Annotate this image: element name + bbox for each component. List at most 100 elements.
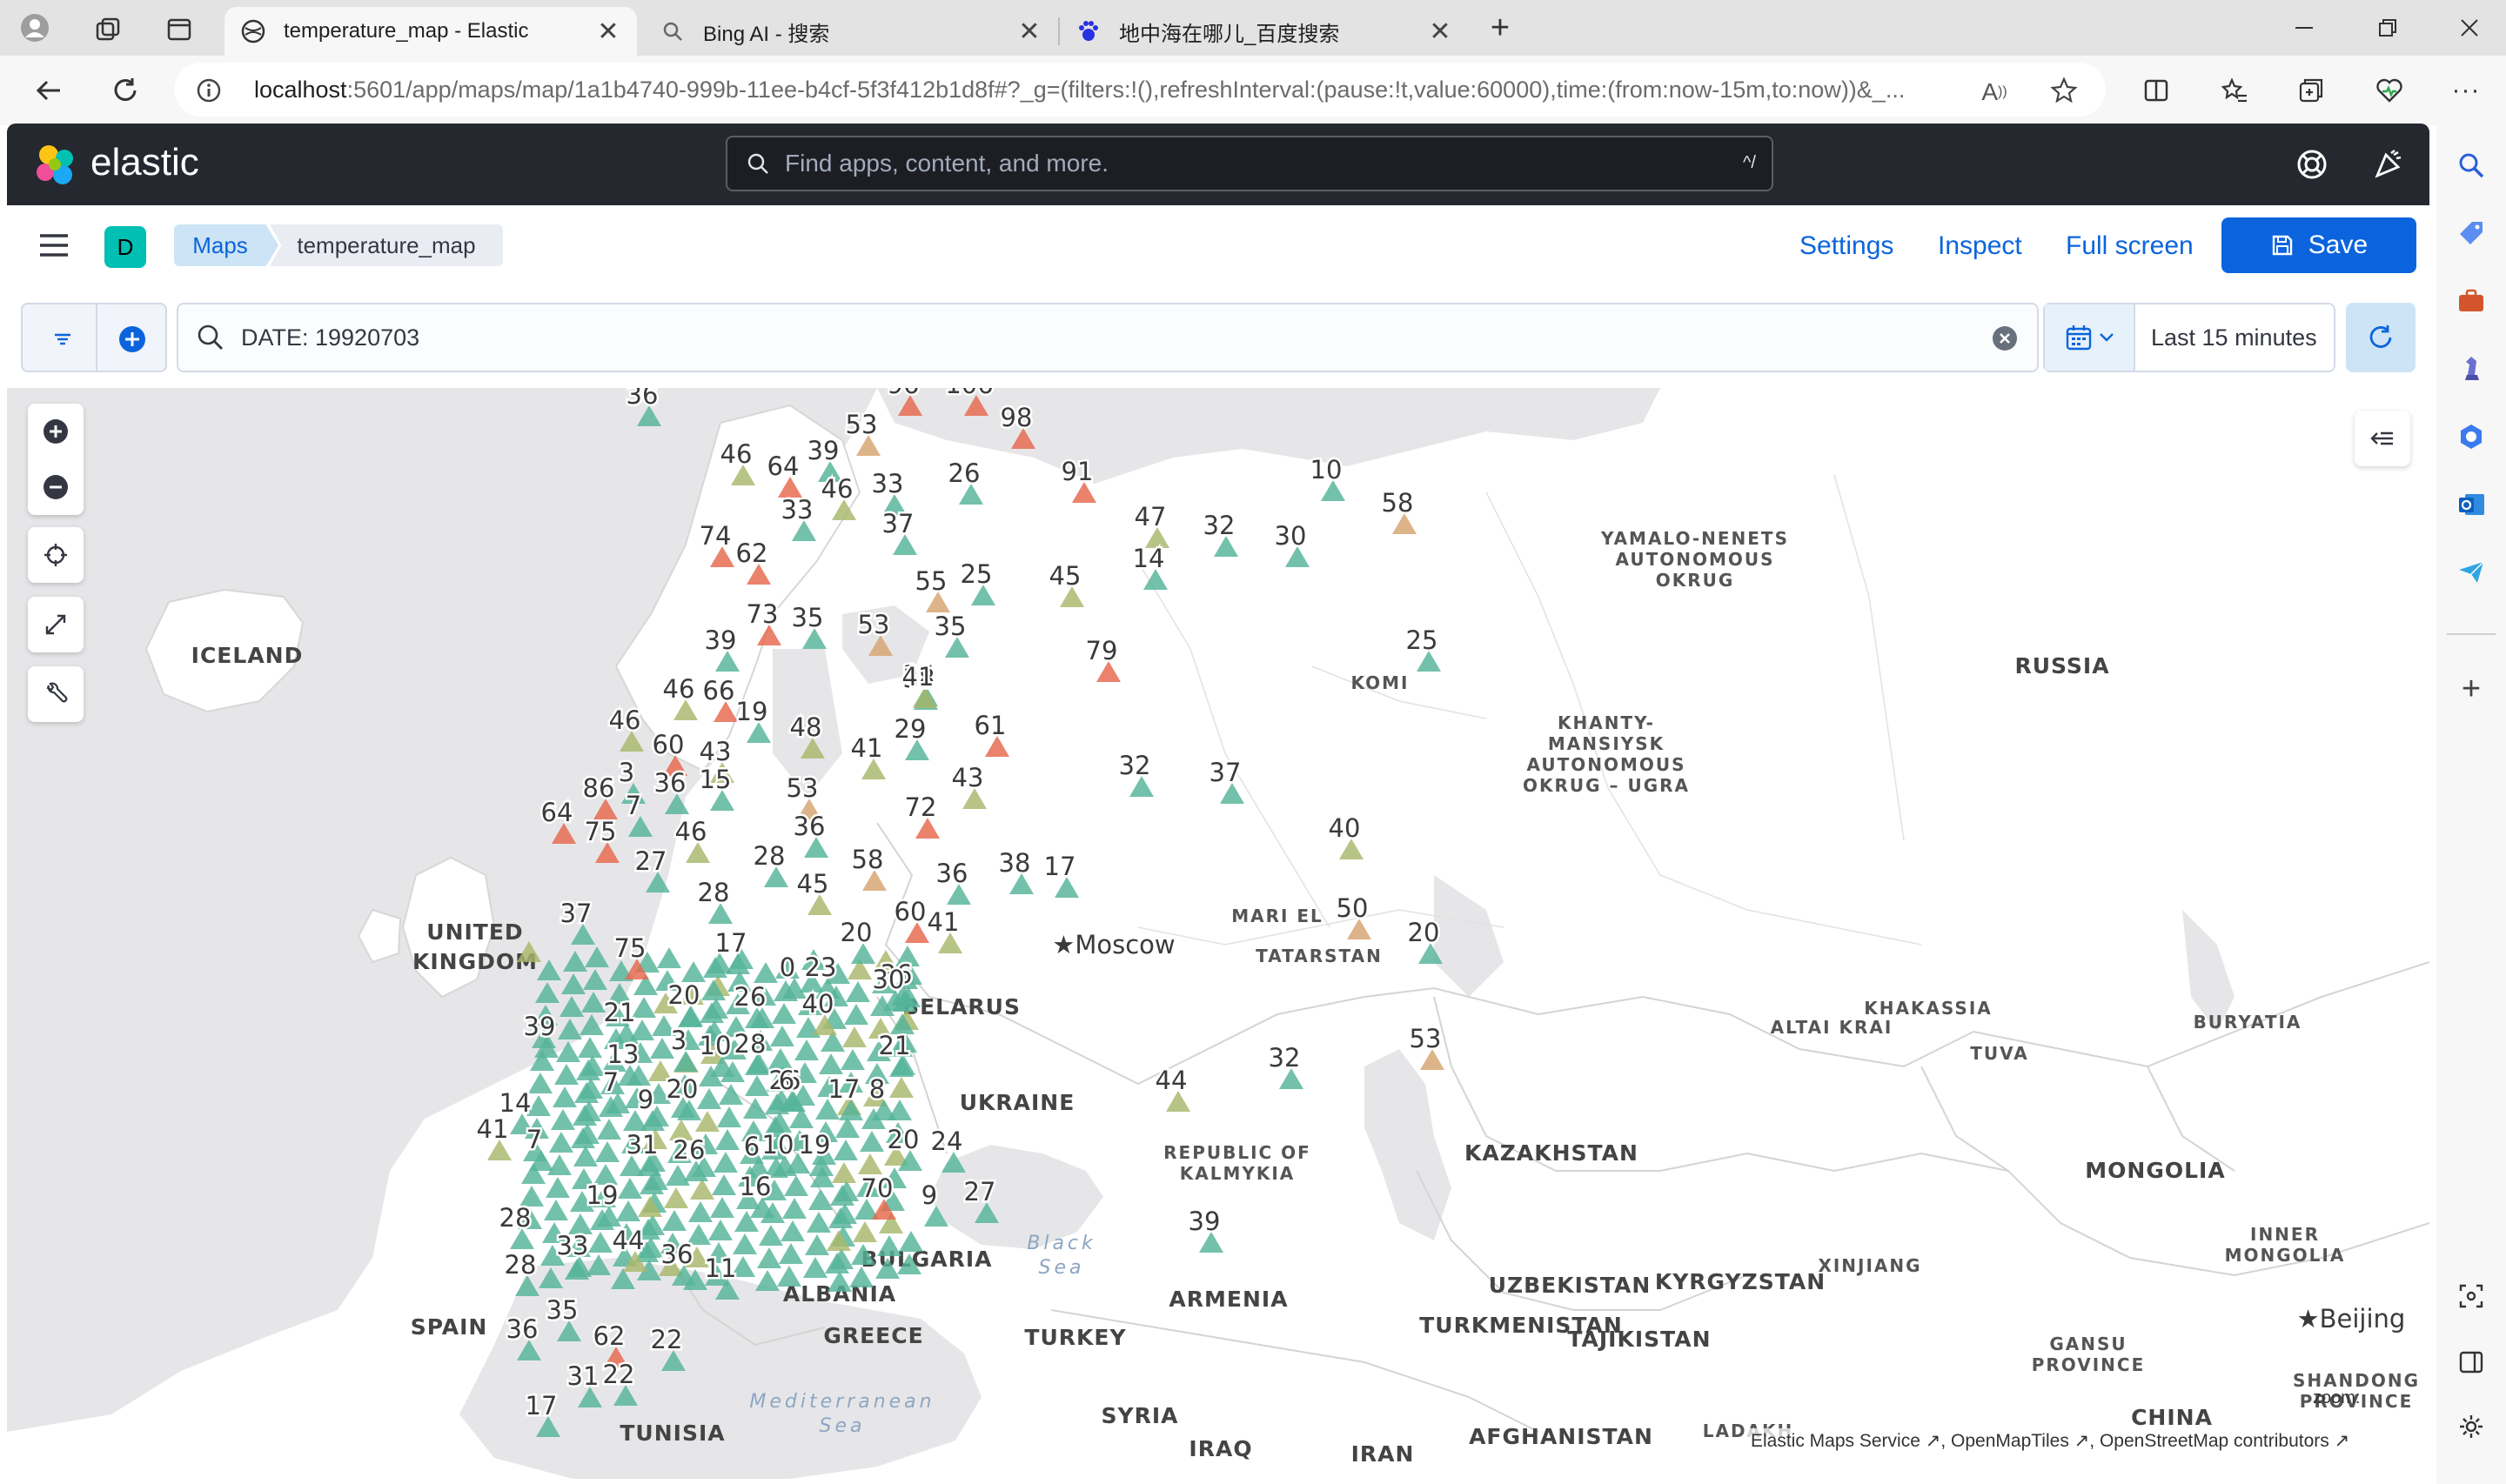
settings-gear-icon[interactable] xyxy=(2449,1404,2494,1449)
full-screen-link[interactable]: Full screen xyxy=(2066,231,2194,261)
temperature-point[interactable] xyxy=(834,1140,858,1160)
settings-link[interactable]: Settings xyxy=(1799,231,1893,261)
temperature-point[interactable] xyxy=(547,1154,572,1175)
close-tab-icon[interactable]: ✕ xyxy=(1427,17,1453,47)
temperature-point[interactable] xyxy=(549,1132,573,1153)
screenshot-icon[interactable] xyxy=(2449,1273,2494,1319)
temperature-point[interactable] xyxy=(719,1084,743,1105)
temperature-point[interactable] xyxy=(695,1111,720,1132)
temperature-point[interactable] xyxy=(819,1053,843,1074)
temperature-point[interactable] xyxy=(710,1197,734,1218)
temperature-point[interactable] xyxy=(666,1165,690,1186)
temperature-point[interactable] xyxy=(842,1026,867,1047)
expand-arrows-icon[interactable] xyxy=(28,597,84,652)
temperature-point[interactable] xyxy=(784,1175,808,1196)
breadcrumb-maps[interactable]: Maps xyxy=(174,224,278,266)
temperature-point[interactable] xyxy=(846,981,870,1002)
sidebar-panel-icon[interactable] xyxy=(2449,1340,2494,1385)
temperature-point[interactable] xyxy=(877,1235,901,1256)
temperature-point[interactable] xyxy=(714,1152,738,1173)
temperature-point[interactable] xyxy=(899,1231,923,1252)
clear-query-icon[interactable] xyxy=(1992,325,2018,351)
favorite-star-icon[interactable] xyxy=(2047,73,2081,108)
menu-hamburger-icon[interactable] xyxy=(38,231,73,263)
layer-control-toggle[interactable] xyxy=(2355,411,2410,466)
temperature-point[interactable] xyxy=(794,1039,819,1060)
zoom-out-icon[interactable] xyxy=(28,459,84,515)
add-filter-plus-icon[interactable] xyxy=(117,324,148,355)
news-feed-icon[interactable] xyxy=(2370,148,2405,183)
temperature-point[interactable] xyxy=(595,1141,620,1162)
crosshair-icon[interactable] xyxy=(28,527,84,583)
help-lifebuoy-icon[interactable] xyxy=(2295,148,2330,183)
temperature-point[interactable] xyxy=(688,1201,713,1222)
temperature-point[interactable] xyxy=(889,1077,914,1098)
temperature-point[interactable] xyxy=(551,1109,575,1130)
date-quick-menu[interactable] xyxy=(2045,304,2135,371)
elastic-brand-text[interactable]: elastic xyxy=(90,141,199,184)
temperature-point[interactable] xyxy=(832,1162,856,1183)
space-avatar[interactable]: D xyxy=(104,226,146,268)
temperature-point[interactable] xyxy=(759,1225,783,1246)
temperature-point[interactable] xyxy=(782,1198,807,1219)
temperature-point[interactable] xyxy=(715,1129,740,1150)
workspaces-icon[interactable] xyxy=(90,12,125,47)
temperature-point[interactable] xyxy=(770,1026,794,1046)
global-search-input[interactable]: Find apps, content, and more. ^/ xyxy=(726,136,1773,191)
temperature-point[interactable] xyxy=(841,1049,865,1070)
url-field[interactable]: localhost:5601/app/maps/map/1a1b4740-999… xyxy=(174,63,2106,117)
attribution-ems[interactable]: Elastic Maps Service xyxy=(1751,1431,1920,1451)
temperature-point[interactable] xyxy=(657,947,681,968)
temperature-point[interactable] xyxy=(781,1220,805,1241)
elastic-logo-icon[interactable] xyxy=(33,143,78,188)
favorites-icon[interactable] xyxy=(2217,73,2252,108)
vertical-tabs-icon[interactable] xyxy=(162,12,197,47)
temperature-point[interactable] xyxy=(554,1064,579,1085)
tab-baidu-search[interactable]: 地中海在哪儿_百度搜索 ✕ xyxy=(1060,7,1469,56)
temperature-point[interactable] xyxy=(717,1106,741,1127)
wrench-icon[interactable] xyxy=(28,666,84,722)
temperature-point[interactable] xyxy=(808,1189,833,1210)
add-sidebar-app-icon[interactable]: + xyxy=(2449,666,2494,712)
temperature-point[interactable] xyxy=(528,1073,553,1093)
temperature-point[interactable] xyxy=(853,1221,877,1242)
copilot-icon[interactable] xyxy=(2449,414,2494,459)
temperature-point[interactable] xyxy=(616,1200,640,1221)
site-info-icon[interactable] xyxy=(193,75,224,106)
new-tab-icon[interactable]: + xyxy=(1483,10,1518,46)
refresh-button[interactable] xyxy=(2346,303,2416,372)
temperature-point[interactable] xyxy=(777,1266,801,1287)
tab-bing-ai[interactable]: Bing AI - 搜索 ✕ xyxy=(644,7,1058,56)
temperature-point[interactable] xyxy=(803,1257,828,1278)
temperature-point[interactable] xyxy=(755,1270,780,1291)
send-icon[interactable] xyxy=(2449,550,2494,595)
browser-essentials-icon[interactable] xyxy=(2372,73,2407,108)
temperature-point[interactable] xyxy=(779,1243,803,1264)
temperature-point[interactable] xyxy=(664,1187,688,1208)
briefcase-icon[interactable] xyxy=(2449,278,2494,324)
temperature-point[interactable] xyxy=(681,961,706,982)
temperature-point[interactable] xyxy=(860,1131,884,1152)
temperature-point[interactable] xyxy=(546,1177,570,1198)
close-tab-icon[interactable]: ✕ xyxy=(595,17,621,47)
profile-icon[interactable] xyxy=(17,10,52,45)
temperature-point[interactable] xyxy=(805,1234,829,1255)
save-button[interactable]: Save xyxy=(2221,217,2416,273)
temperature-point[interactable] xyxy=(757,1247,781,1268)
map-svg[interactable]: YAMALO-NENETSAUTONOMOUSOKRUGKOMIKHANTY-M… xyxy=(7,388,2429,1479)
collections-icon[interactable] xyxy=(2294,73,2328,108)
chess-piece-icon[interactable] xyxy=(2449,346,2494,391)
temperature-point[interactable] xyxy=(772,1003,796,1024)
temperature-point[interactable] xyxy=(745,1075,769,1096)
temperature-point[interactable] xyxy=(662,1210,687,1231)
temperature-point[interactable] xyxy=(733,1233,757,1254)
temperature-point[interactable] xyxy=(597,1119,621,1140)
temperature-point[interactable] xyxy=(697,1088,721,1109)
outlook-icon[interactable] xyxy=(2449,482,2494,527)
temperature-point[interactable] xyxy=(858,1153,882,1174)
query-input[interactable]: DATE: 19920703 xyxy=(177,303,2039,372)
close-window-icon[interactable] xyxy=(2452,10,2487,45)
temperature-point[interactable] xyxy=(844,1004,868,1025)
time-picker[interactable]: Last 15 minutes xyxy=(2043,303,2335,372)
filter-options-icon[interactable] xyxy=(47,324,78,355)
